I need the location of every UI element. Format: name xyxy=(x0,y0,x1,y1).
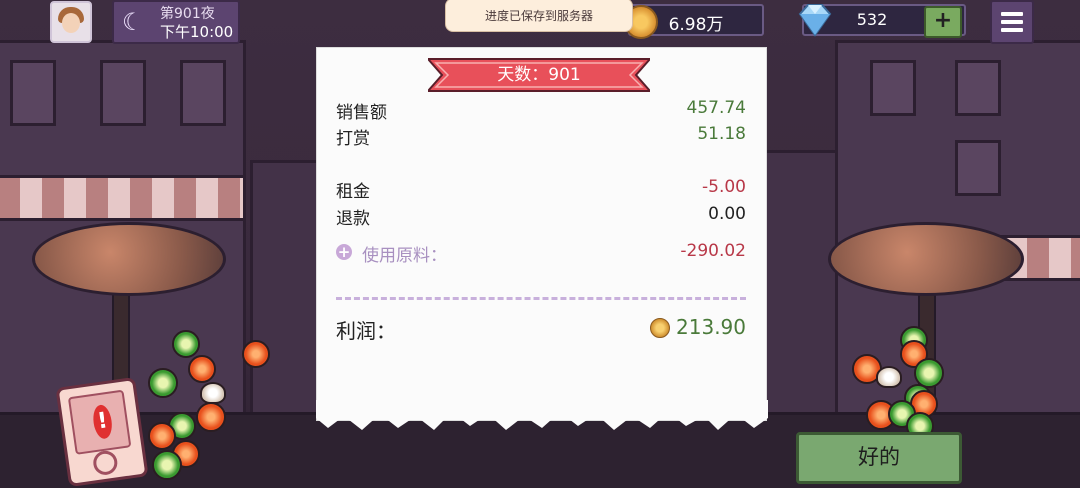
tomato-slice xyxy=(196,402,226,432)
coin-icon xyxy=(650,318,670,338)
coin-balance: 6.98万 xyxy=(624,4,764,39)
window xyxy=(100,60,146,126)
night-counter: 第901夜 xyxy=(160,6,215,22)
rent-label: 租金 xyxy=(336,182,370,202)
coin-amount: 6.98万 xyxy=(668,15,724,35)
rent-row: 租金 -5.00 xyxy=(336,177,746,202)
ingredients-label: 使用原料： xyxy=(362,246,447,266)
refund-row: 退款 0.00 xyxy=(336,204,746,229)
game-clock: 下午10:00 xyxy=(160,23,234,41)
tomato-slice xyxy=(242,340,270,368)
hamburger-icon xyxy=(1001,28,1023,32)
window xyxy=(955,140,1001,196)
rent-value: -5.00 xyxy=(702,177,746,197)
player-avatar[interactable] xyxy=(50,1,92,43)
window xyxy=(180,60,226,126)
window xyxy=(955,60,1001,116)
mid-building xyxy=(760,150,846,421)
save-toast: 进度已保存到服务器 xyxy=(445,0,633,32)
tips-label: 打赏 xyxy=(336,129,370,149)
gem-amount: 532 xyxy=(856,10,888,29)
pepper-slice xyxy=(148,368,178,398)
window xyxy=(10,60,56,126)
exclamation-icon: ! xyxy=(91,403,114,440)
day-count: 天数：901 xyxy=(497,65,581,85)
left-awning xyxy=(0,175,246,221)
refund-value: 0.00 xyxy=(708,204,746,224)
mid-building xyxy=(250,160,326,421)
menu-button[interactable] xyxy=(990,0,1034,44)
pepper-slice xyxy=(152,450,182,480)
sales-row: 销售额 457.74 xyxy=(336,98,746,123)
avatar-face xyxy=(62,13,80,33)
right-tree xyxy=(828,222,1024,296)
expand-plus-icon[interactable]: + xyxy=(336,244,352,260)
hamburger-icon xyxy=(1001,20,1023,24)
tips-row: 打赏 51.18 xyxy=(336,124,746,149)
tomato-slice xyxy=(148,422,176,450)
receipt-torn-edge xyxy=(316,400,768,430)
day-time-panel: ☾ 第901夜 下午10:00 xyxy=(112,0,240,44)
gem-balance: 532 + xyxy=(798,4,966,38)
ingredients-value: -290.02 xyxy=(680,241,746,261)
mushroom-slice xyxy=(200,382,226,404)
refund-label: 退款 xyxy=(336,209,370,229)
moon-icon: ☾ xyxy=(122,8,144,36)
ok-button[interactable]: 好的 xyxy=(796,432,962,484)
pepper-slice xyxy=(172,330,200,358)
ingredients-row[interactable]: + 使用原料： -290.02 xyxy=(336,241,746,266)
profit-value: 213.90 xyxy=(676,315,746,339)
window xyxy=(870,60,916,116)
alert-card[interactable]: ! xyxy=(55,376,149,488)
tomato-slice xyxy=(188,355,216,383)
profit-row: 利润： 213.90 xyxy=(336,315,746,343)
hamburger-icon xyxy=(1001,12,1023,16)
add-gems-button[interactable]: + xyxy=(924,6,962,38)
alert-panel: ! xyxy=(67,389,132,455)
tips-value: 51.18 xyxy=(697,124,746,144)
divider xyxy=(336,297,746,300)
profit-label: 利润： xyxy=(336,319,396,343)
sales-value: 457.74 xyxy=(686,98,746,118)
left-tree xyxy=(32,222,226,296)
mushroom-slice xyxy=(876,366,902,388)
sales-label: 销售额 xyxy=(336,103,387,123)
card-button-dot xyxy=(91,449,119,477)
